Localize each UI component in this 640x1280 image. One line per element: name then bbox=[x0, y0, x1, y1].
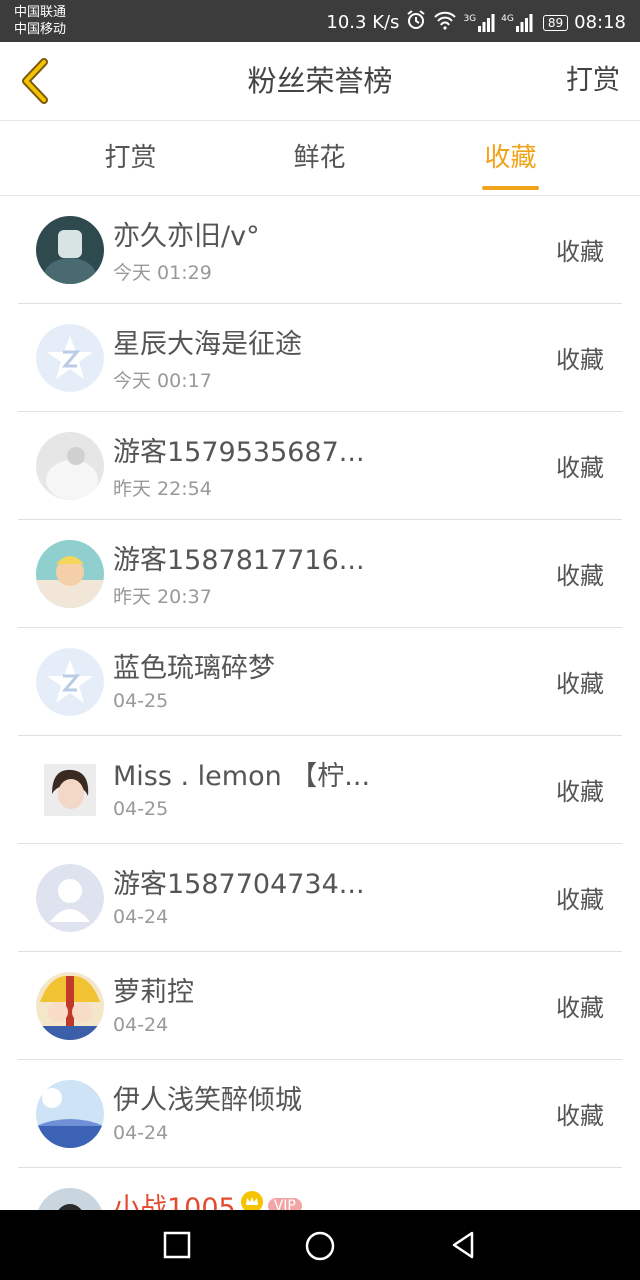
network-speed: 10.3 K/s bbox=[326, 12, 400, 33]
top-navigation-bar: 粉丝荣誉榜 打赏 bbox=[0, 42, 640, 121]
user-name: 星辰大海是征途 bbox=[113, 329, 302, 360]
list-item[interactable]: Miss . lemon 【柠... 04-25 收藏 bbox=[0, 736, 640, 844]
page-title: 粉丝荣誉榜 bbox=[247, 64, 393, 98]
default-person-icon bbox=[36, 864, 104, 932]
user-name: 游客1579535687... bbox=[113, 437, 365, 468]
status-right: 10.3 K/s 3G 4G 89 08:18 bbox=[326, 9, 626, 36]
fan-list: 亦久亦旧/v° 今天 01:29 收藏 星辰大海是征途 今天 00:17 收藏 … bbox=[0, 196, 640, 1276]
tab-flowers[interactable]: 鲜花 bbox=[213, 121, 426, 195]
status-bar: 中国联通 中国移动 10.3 K/s 3G 4G 89 08:18 bbox=[0, 0, 640, 42]
avatar bbox=[36, 1080, 104, 1148]
list-item[interactable]: 伊人浅笑醉倾城 04-24 收藏 bbox=[0, 1060, 640, 1168]
battery-indicator: 89 bbox=[542, 14, 569, 31]
action-label: 收藏 bbox=[556, 886, 604, 914]
action-label: 收藏 bbox=[556, 238, 604, 266]
action-label: 收藏 bbox=[556, 994, 604, 1022]
user-name: 亦久亦旧/v° bbox=[113, 221, 260, 252]
back-nav-button[interactable] bbox=[446, 1228, 480, 1262]
timestamp: 04-24 bbox=[113, 1122, 169, 1144]
wifi-icon bbox=[433, 10, 457, 35]
timestamp: 昨天 20:37 bbox=[113, 586, 212, 608]
tab-favorites[interactable]: 收藏 bbox=[404, 121, 617, 195]
avatar bbox=[36, 972, 104, 1040]
tab-reward[interactable]: 打赏 bbox=[24, 121, 237, 195]
user-name: 游客1587704734... bbox=[113, 869, 365, 900]
square-icon bbox=[163, 1231, 191, 1259]
list-item[interactable]: 亦久亦旧/v° 今天 01:29 收藏 bbox=[0, 196, 640, 304]
user-name: 蓝色琉璃碎梦 bbox=[113, 653, 275, 684]
user-name: 萝莉控 bbox=[113, 977, 194, 1008]
clock: 08:18 bbox=[574, 12, 626, 33]
carrier-2: 中国移动 bbox=[14, 22, 67, 37]
avatar bbox=[36, 324, 104, 392]
action-label: 收藏 bbox=[556, 454, 604, 482]
user-name: 游客1587817716... bbox=[113, 545, 365, 576]
list-item[interactable]: 萝莉控 04-24 收藏 bbox=[0, 952, 640, 1060]
list-item[interactable]: 星辰大海是征途 今天 00:17 收藏 bbox=[0, 304, 640, 412]
avatar bbox=[36, 864, 104, 932]
timestamp: 04-24 bbox=[113, 1014, 169, 1036]
recent-apps-button[interactable] bbox=[160, 1228, 194, 1262]
timestamp: 今天 00:17 bbox=[113, 370, 212, 392]
carrier-1: 中国联通 bbox=[14, 5, 67, 20]
user-name: Miss . lemon 【柠... bbox=[113, 761, 371, 792]
timestamp: 今天 01:29 bbox=[113, 262, 212, 284]
list-item[interactable]: 游客1579535687... 昨天 22:54 收藏 bbox=[0, 412, 640, 520]
signal-4g-icon: 4G bbox=[501, 13, 533, 32]
triangle-back-icon bbox=[452, 1231, 474, 1259]
home-button[interactable] bbox=[302, 1228, 338, 1264]
active-tab-indicator bbox=[482, 186, 539, 190]
avatar bbox=[44, 764, 96, 816]
timestamp: 04-24 bbox=[113, 906, 169, 928]
user-name: 伊人浅笑醉倾城 bbox=[113, 1085, 302, 1116]
timestamp: 04-25 bbox=[113, 798, 169, 820]
list-item[interactable]: 蓝色琉璃碎梦 04-25 收藏 bbox=[0, 628, 640, 736]
action-label: 收藏 bbox=[556, 562, 604, 590]
alarm-icon bbox=[405, 9, 427, 36]
list-item[interactable]: 游客1587704734... 04-24 收藏 bbox=[0, 844, 640, 952]
default-avatar-icon bbox=[36, 648, 104, 716]
list-item[interactable]: 游客1587817716... 昨天 20:37 收藏 bbox=[0, 520, 640, 628]
avatar bbox=[36, 540, 104, 608]
action-label: 收藏 bbox=[556, 346, 604, 374]
signal-3g-icon: 3G bbox=[463, 13, 495, 32]
timestamp: 昨天 22:54 bbox=[113, 478, 212, 500]
carrier-labels: 中国联通 中国移动 bbox=[14, 4, 66, 38]
avatar bbox=[36, 216, 104, 284]
default-avatar-icon bbox=[36, 324, 104, 392]
tab-bar: 打赏 鲜花 收藏 bbox=[0, 121, 640, 196]
reward-button[interactable]: 打赏 bbox=[566, 42, 620, 120]
action-label: 收藏 bbox=[556, 778, 604, 806]
avatar bbox=[36, 432, 104, 500]
avatar bbox=[36, 648, 104, 716]
system-navigation-bar bbox=[0, 1210, 640, 1280]
action-label: 收藏 bbox=[556, 670, 604, 698]
circle-icon bbox=[305, 1231, 335, 1261]
action-label: 收藏 bbox=[556, 1102, 604, 1130]
timestamp: 04-25 bbox=[113, 690, 169, 712]
